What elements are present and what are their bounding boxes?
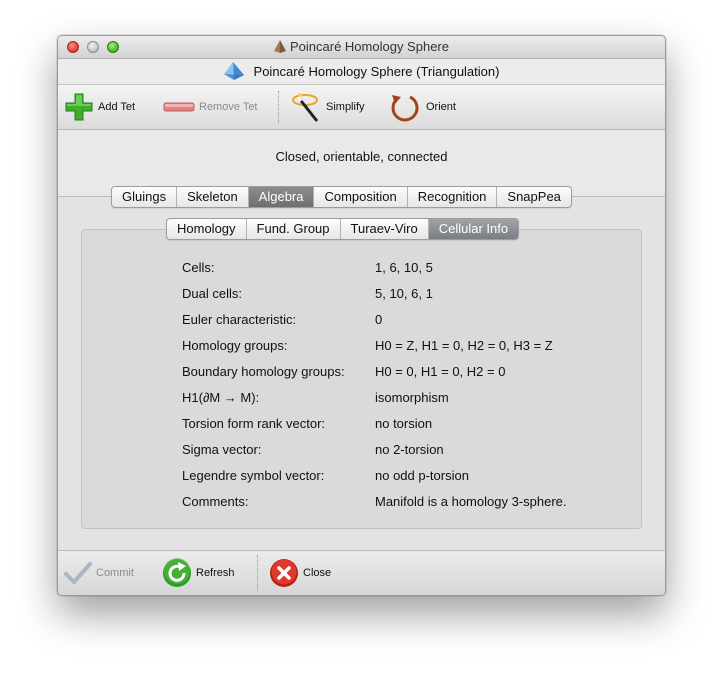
cellular-info-panel: Cells: 1, 6, 10, 5 Dual cells: 5, 10, 6,… (81, 229, 642, 529)
window-title-text: Poincaré Homology Sphere (290, 39, 449, 54)
add-tet-label: Add Tet (98, 101, 136, 113)
magic-wand-icon (292, 93, 319, 122)
commit-label: Commit (96, 567, 134, 579)
add-tet-button[interactable]: Add Tet (64, 93, 135, 121)
info-label: Boundary homology groups: (182, 364, 345, 379)
tab-recognition[interactable]: Recognition (408, 187, 498, 207)
info-label: Torsion form rank vector: (182, 416, 326, 431)
simplify-button[interactable]: Simplify (290, 93, 365, 122)
triangulation-status: Closed, orientable, connected (275, 149, 448, 164)
remove-tet-button[interactable]: Remove Tet (163, 93, 258, 121)
rotate-arrow-icon (391, 95, 419, 122)
info-value: Manifold is a homology 3-sphere. (375, 494, 567, 509)
tab-cellular-info[interactable]: Cellular Info (428, 219, 519, 239)
info-value: H0 = Z, H1 = 0, H2 = 0, H3 = Z (375, 338, 553, 353)
info-label: H1(∂M → M): (182, 390, 260, 405)
commit-button[interactable]: Commit (64, 559, 134, 587)
close-label: Close (303, 567, 332, 579)
plus-icon (65, 93, 93, 121)
info-value: 5, 10, 6, 1 (375, 286, 433, 301)
info-label: Dual cells: (182, 286, 242, 301)
info-value: no 2-torsion (375, 442, 444, 457)
tab-fund-group[interactable]: Fund. Group (247, 219, 341, 239)
remove-tet-label: Remove Tet (199, 101, 258, 113)
info-label: Homology groups: (182, 338, 288, 353)
window-title: Poincaré Homology Sphere (58, 39, 665, 54)
tab-homology[interactable]: Homology (167, 219, 247, 239)
info-label: Sigma vector: (182, 442, 262, 457)
orient-label: Orient (426, 101, 456, 113)
packet-header: Poincaré Homology Sphere (Triangulation) (58, 59, 665, 85)
tab-skeleton[interactable]: Skeleton (177, 187, 249, 207)
refresh-button[interactable]: Refresh (162, 557, 235, 589)
triangulation-icon (223, 62, 244, 80)
packet-title: Poincaré Homology Sphere (Triangulation) (253, 64, 500, 79)
info-value: no odd p-torsion (375, 468, 469, 483)
bottom-separator (257, 555, 258, 591)
tab-algebra[interactable]: Algebra (248, 187, 315, 207)
info-value: no torsion (375, 416, 433, 431)
toolbar-separator (278, 91, 279, 123)
tab-composition[interactable]: Composition (314, 187, 408, 207)
refresh-label: Refresh (196, 567, 235, 579)
info-value: 0 (375, 312, 383, 327)
close-button[interactable]: Close (269, 557, 331, 589)
tab-turaev-viro[interactable]: Turaev-Viro (341, 219, 429, 239)
info-label: Cells: (182, 260, 215, 275)
checkmark-icon (64, 562, 92, 584)
minus-icon (163, 102, 195, 112)
refresh-icon (163, 558, 191, 587)
info-value: isomorphism (375, 390, 449, 405)
tab-gluings[interactable]: Gluings (112, 187, 178, 207)
info-value: H0 = 0, H1 = 0, H2 = 0 (375, 364, 506, 379)
tab-snappea[interactable]: SnapPea (497, 187, 571, 207)
info-label: Euler characteristic: (182, 312, 297, 327)
bottom-bar: Commit Refresh Close (58, 550, 665, 595)
info-label: Legendre symbol vector: (182, 468, 325, 483)
orient-button[interactable]: Orient (388, 93, 456, 122)
close-icon (270, 559, 298, 587)
simplify-label: Simplify (326, 101, 365, 113)
tetrahedron-icon (274, 40, 286, 53)
info-label: Comments: (182, 494, 249, 509)
main-window: Poincaré Homology Sphere Poincaré Homolo… (57, 35, 666, 596)
sub-tab-bar: Homology Fund. Group Turaev-Viro Cellula… (166, 218, 520, 240)
info-value: 1, 6, 10, 5 (375, 260, 433, 275)
title-bar: Poincaré Homology Sphere (58, 36, 665, 59)
toolbar: Add Tet Remove Tet Simplify Orient (58, 85, 665, 130)
main-tab-bar: Gluings Skeleton Algebra Composition Rec… (111, 186, 572, 208)
